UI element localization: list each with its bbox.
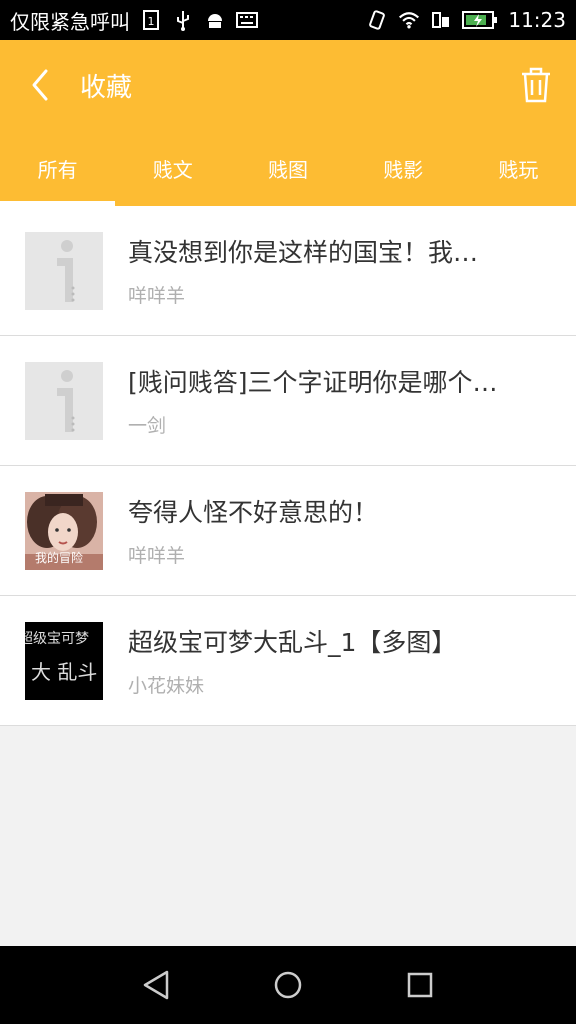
list-item[interactable]: 真没想到你是这样的国宝！我… 咩咩羊	[0, 206, 576, 336]
triangle-back-icon	[143, 970, 169, 1000]
back-button[interactable]	[0, 40, 80, 130]
placeholder-thumbnail	[25, 231, 103, 310]
tab-games[interactable]: 贱玩	[461, 130, 576, 206]
keyboard-icon	[236, 9, 258, 31]
svg-text:1: 1	[148, 15, 155, 28]
trash-icon	[522, 67, 550, 103]
list-item[interactable]: [贱问贱答]三个字证明你是哪个… 一剑	[0, 336, 576, 466]
sim-icon: 1	[140, 9, 162, 31]
thumbnail-line-2: 大 乱斗	[31, 659, 98, 684]
delete-button[interactable]	[496, 40, 576, 130]
data-icon	[430, 9, 452, 31]
android-icon	[204, 9, 226, 31]
app-bar: 收藏	[0, 40, 576, 130]
battery-icon	[462, 9, 498, 31]
thumbnail-line-1: 超级宝可梦	[25, 630, 89, 647]
nav-home-button[interactable]	[258, 955, 318, 1015]
favorites-list: 真没想到你是这样的国宝！我… 咩咩羊 [贱问贱答]三个字证明你是哪个… 一剑 我…	[0, 206, 576, 726]
item-title: 夸得人怪不好意思的！	[128, 498, 379, 527]
usb-icon	[172, 9, 194, 31]
status-time: 11:23	[508, 8, 566, 32]
placeholder-thumbnail	[25, 361, 103, 440]
tab-all[interactable]: 所有	[0, 130, 116, 206]
thumbnail-caption: 我的冒险	[35, 550, 84, 565]
system-nav-bar	[0, 946, 576, 1024]
dark-text-thumbnail: 超级宝可梦 大 乱斗	[25, 621, 103, 700]
nav-recent-button[interactable]	[390, 955, 450, 1015]
nav-back-button[interactable]	[126, 955, 186, 1015]
item-author: 咩咩羊	[128, 545, 186, 567]
vibrate-icon	[366, 9, 388, 31]
chevron-left-icon	[32, 69, 48, 101]
status-bar: 仅限紧急呼叫 1 11:23	[0, 0, 576, 40]
tab-images[interactable]: 贱图	[230, 130, 345, 206]
tab-bar: 所有 贱文 贱图 贱影 贱玩	[0, 130, 576, 206]
item-author: 咩咩羊	[128, 285, 186, 307]
item-author: 小花妹妹	[128, 675, 205, 697]
list-item[interactable]: 超级宝可梦 大 乱斗 超级宝可梦大乱斗_1【多图】 小花妹妹	[0, 596, 576, 726]
item-title: [贱问贱答]三个字证明你是哪个…	[128, 368, 498, 397]
list-item[interactable]: 我的冒险 夸得人怪不好意思的！ 咩咩羊	[0, 466, 576, 596]
circle-home-icon	[274, 971, 302, 999]
wifi-icon	[398, 9, 420, 31]
item-author: 一剑	[128, 415, 167, 437]
item-title: 超级宝可梦大乱斗_1【多图】	[128, 628, 457, 657]
photo-thumbnail: 我的冒险	[25, 491, 103, 570]
tab-videos[interactable]: 贱影	[346, 130, 461, 206]
square-recent-icon	[407, 972, 433, 998]
carrier-text: 仅限紧急呼叫	[10, 9, 130, 34]
item-title: 真没想到你是这样的国宝！我…	[128, 238, 479, 267]
tab-articles[interactable]: 贱文	[115, 130, 230, 206]
page-title: 收藏	[80, 72, 133, 103]
